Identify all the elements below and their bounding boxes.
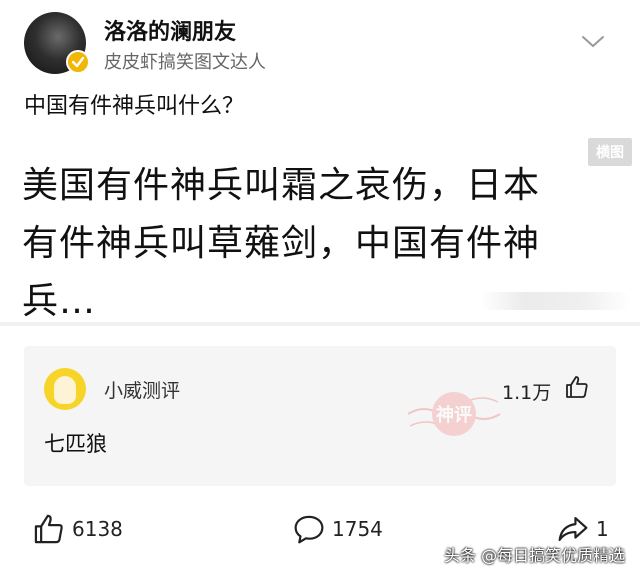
post-question: 中国有件神兵叫什么？ <box>24 94 245 119</box>
share-count: 1 <box>596 517 609 541</box>
answer-line: 有件神兵叫草薙剑，中国有件神 <box>22 223 541 264</box>
top-comment-card[interactable]: 小威测评 神评 1.1万 七匹狼 <box>24 346 616 486</box>
comment-count: 1754 <box>332 517 383 541</box>
thumbs-up-icon <box>34 514 63 544</box>
comment-button[interactable]: 1754 <box>292 512 383 546</box>
like-button[interactable]: 6138 <box>32 512 123 546</box>
author-name[interactable]: 洛洛的澜朋友 <box>104 14 236 46</box>
stamp-text: 神评 <box>436 404 472 426</box>
commenter-avatar[interactable] <box>44 368 86 410</box>
divider <box>0 322 640 326</box>
verified-badge-icon <box>66 50 90 74</box>
share-arrow-icon <box>558 516 588 542</box>
share-button[interactable]: 1 <box>556 512 609 546</box>
comment-like-count: 1.1万 <box>502 382 552 404</box>
thumbs-up-icon[interactable] <box>564 374 590 400</box>
like-count: 6138 <box>72 517 123 541</box>
post-card: 洛洛的澜朋友 皮皮虾搞笑图文达人 中国有件神兵叫什么？ 横图 美国有件神兵叫霜之… <box>0 0 640 322</box>
source-credit: 头条 @每日搞笑优质精选 <box>444 546 626 565</box>
stamp-icon: 神评 <box>407 392 501 436</box>
comment-text: 七匹狼 <box>44 432 107 456</box>
blurred-watermark <box>480 292 630 310</box>
commenter-name[interactable]: 小威测评 <box>104 376 180 403</box>
avatar-face-icon <box>54 376 76 404</box>
author-tag: 皮皮虾搞笑图文达人 <box>104 52 266 73</box>
chevron-down-icon[interactable] <box>580 34 606 50</box>
answer-line: 美国有件神兵叫霜之哀伤，日本 <box>22 165 541 206</box>
speech-bubble-icon <box>294 515 324 544</box>
